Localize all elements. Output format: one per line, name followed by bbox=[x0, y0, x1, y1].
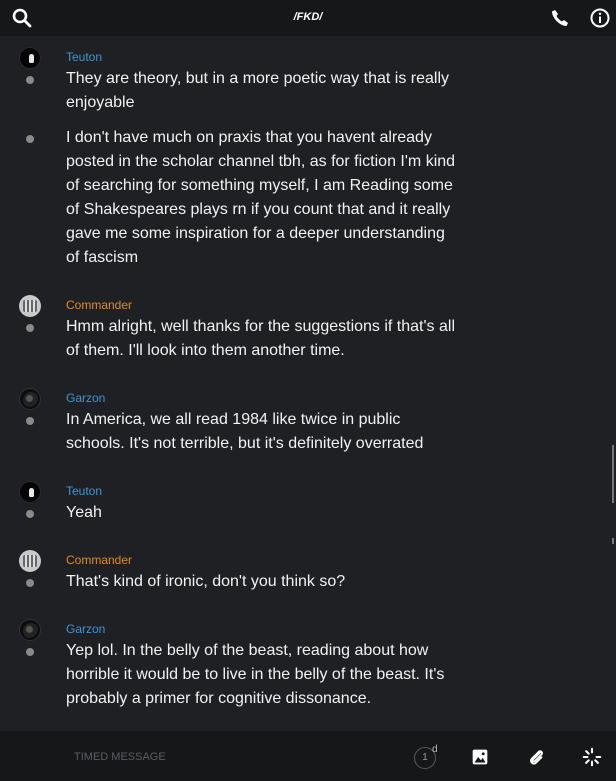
scrollbar-track[interactable] bbox=[612, 445, 614, 503]
message-text: In America, we all read 1984 like twice … bbox=[66, 411, 424, 452]
message-text: I don't have much on praxis that you hav… bbox=[66, 129, 456, 266]
message-input[interactable]: TIMED MESSAGE bbox=[74, 751, 166, 763]
commander-avatar[interactable] bbox=[19, 295, 41, 317]
message-composer: TIMED MESSAGE 1 d bbox=[0, 731, 616, 781]
message-author[interactable]: Teuton bbox=[66, 50, 102, 64]
message-list[interactable]: Teuton They are theory, but in a more po… bbox=[0, 36, 616, 731]
teuton-avatar[interactable] bbox=[19, 481, 41, 503]
status-dot bbox=[26, 135, 34, 143]
status-dot bbox=[26, 510, 34, 518]
message-text: Yeah bbox=[66, 504, 102, 521]
attach-icon[interactable] bbox=[525, 746, 547, 768]
status-dot bbox=[26, 324, 34, 332]
status-dot bbox=[26, 579, 34, 587]
garzon-avatar[interactable] bbox=[19, 619, 41, 641]
commander-avatar[interactable] bbox=[19, 550, 41, 572]
image-icon[interactable] bbox=[469, 746, 491, 768]
message-author[interactable]: Garzon bbox=[66, 391, 105, 405]
garzon-avatar[interactable] bbox=[19, 388, 41, 410]
message-author[interactable]: Commander bbox=[66, 298, 132, 312]
message-author[interactable]: Teuton bbox=[66, 484, 102, 498]
status-dot bbox=[26, 76, 34, 84]
timer-unit: d bbox=[432, 744, 438, 755]
message-text: Yep lol. In the belly of the beast, read… bbox=[66, 642, 445, 707]
message-author[interactable]: Garzon bbox=[66, 622, 105, 636]
status-dot bbox=[26, 648, 34, 656]
info-icon[interactable] bbox=[588, 6, 612, 30]
teuton-avatar[interactable] bbox=[19, 47, 41, 69]
message-text: Hmm alright, well thanks for the suggest… bbox=[66, 318, 455, 359]
loading-icon[interactable] bbox=[581, 746, 603, 768]
scrollbar-thumb[interactable] bbox=[612, 538, 614, 544]
phone-icon[interactable] bbox=[548, 6, 572, 30]
message-text: That's kind of ironic, don't you think s… bbox=[66, 573, 346, 590]
message-text: They are theory, but in a more poetic wa… bbox=[66, 70, 449, 111]
chat-title: /FKD/ bbox=[293, 11, 323, 23]
top-bar: /FKD/ bbox=[0, 0, 616, 36]
message-author[interactable]: Commander bbox=[66, 553, 132, 567]
status-dot bbox=[26, 417, 34, 425]
